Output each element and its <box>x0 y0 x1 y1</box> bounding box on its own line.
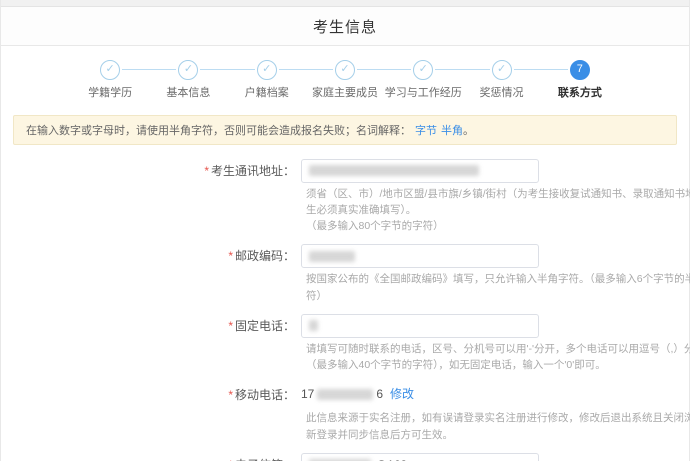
step-done-check-icon: ✓ <box>178 59 199 80</box>
step-label: 家庭主要成员 <box>311 86 378 99</box>
mobile-row: * 移动电话： 17 6 修改 <box>1 383 689 407</box>
mobile-suffix: 6 <box>376 387 384 402</box>
step-label: 基本信息 <box>166 86 211 99</box>
email-label: *电子信箱： <box>1 453 301 461</box>
step-jiating-chengyuan[interactable]: ✓ 家庭主要成员 <box>278 59 384 100</box>
step-lianxi-fangshi-current[interactable]: 7 联系方式 <box>513 59 619 100</box>
mobile-label: * 移动电话： <box>228 388 295 403</box>
byte-definition-link[interactable]: 字节 <box>415 125 437 137</box>
warning-period: 。 <box>463 124 474 137</box>
required-asterisk: * <box>204 163 209 178</box>
step-label: 联系方式 <box>557 86 602 99</box>
postcode-help-text: 按国家公布的《全国邮政编码》填写，只允许输入半角字符。（最多输入6个字节的半角字… <box>306 273 690 302</box>
step-label: 学籍学历 <box>88 86 133 99</box>
redacted-landline-value <box>309 320 318 332</box>
step-jiben-xinxi[interactable]: ✓ 基本信息 <box>122 59 227 100</box>
step-progress-bar: ✓ 学籍学历 ✓ 基本信息 ✓ 户籍档案 ✓ 家庭主要成员 ✓ 学习与工作经历 … <box>71 59 619 100</box>
mobile-prefix: 17 <box>301 387 315 402</box>
landline-label: * 固定电话： <box>228 318 295 333</box>
step-label: 户籍档案 <box>244 86 289 99</box>
address-row: * 考生通讯地址： <box>1 158 689 183</box>
halfwidth-warning-banner: 在输入数字或字母时，请使用半角字符，否则可能会造成报名失败；名词解释： 字节 半角。 <box>13 114 677 145</box>
email-row: *电子信箱： @163.com <box>1 452 689 461</box>
landline-input[interactable] <box>301 313 539 338</box>
title-bar: 考生信息 <box>1 7 689 46</box>
address-help-text: 须省（区、市）/地市区盟/县市旗/乡镇/街村（为考生接收复试通知书、录取通知书地… <box>306 187 690 233</box>
landline-help-text: 请填写可随时联系的电话，区号、分机号可以用'-'分开，多个电话可以用逗号（,）分… <box>306 342 690 372</box>
step-done-check-icon: ✓ <box>413 59 434 80</box>
postcode-row: * 邮政编码： <box>1 244 689 269</box>
step-jiangcheng-qingkuang[interactable]: ✓ 奖惩情况 <box>435 59 540 100</box>
step-xuexi-gongzuo-jingli[interactable]: ✓ 学习与工作经历 <box>356 59 462 100</box>
warning-text: 在输入数字或字母时，请使用半角字符，否则可能会造成报名失败；名词解释： <box>26 124 411 137</box>
email-input[interactable]: @163.com <box>301 452 539 461</box>
redacted-postcode-value <box>309 250 355 262</box>
step-current-number-badge: 7 <box>569 59 590 80</box>
landline-row: * 固定电话： <box>1 313 689 338</box>
step-label: 学习与工作经历 <box>384 86 462 99</box>
step-done-check-icon: ✓ <box>256 59 277 80</box>
step-label: 奖惩情况 <box>479 86 524 99</box>
required-asterisk: * <box>228 249 233 264</box>
step-done-check-icon: ✓ <box>100 59 121 80</box>
address-input[interactable] <box>301 158 539 183</box>
redacted-address-value <box>309 165 479 176</box>
postcode-input[interactable] <box>301 244 539 269</box>
halfwidth-definition-link[interactable]: 半角 <box>441 125 463 137</box>
top-strip <box>1 0 689 7</box>
step-huji-dangan[interactable]: ✓ 户籍档案 <box>200 59 306 100</box>
page-title: 考生信息 <box>312 18 377 36</box>
address-label: * 考生通讯地址： <box>204 163 295 178</box>
step-xueji-xueli[interactable]: ✓ 学籍学历 <box>71 59 149 100</box>
step-done-check-icon: ✓ <box>334 59 355 80</box>
postcode-label: * 邮政编码： <box>228 249 295 264</box>
required-asterisk: * <box>228 318 233 333</box>
redacted-mobile-digits <box>317 388 374 400</box>
modify-mobile-link[interactable]: 修改 <box>390 383 414 405</box>
step-done-check-icon: ✓ <box>491 59 512 80</box>
mobile-help-text: 此信息来源于实名注册，如有误请登录实名注册进行修改，修改后退出系统且关闭浏览器重… <box>306 412 690 441</box>
mobile-value: 17 6 修改 <box>301 383 414 405</box>
required-asterisk: * <box>228 388 233 403</box>
contact-info-form: * 考生通讯地址： 须省（区、市）/地市区盟/县市旗/乡镇/街村（为考生接收复试通… <box>1 158 690 461</box>
